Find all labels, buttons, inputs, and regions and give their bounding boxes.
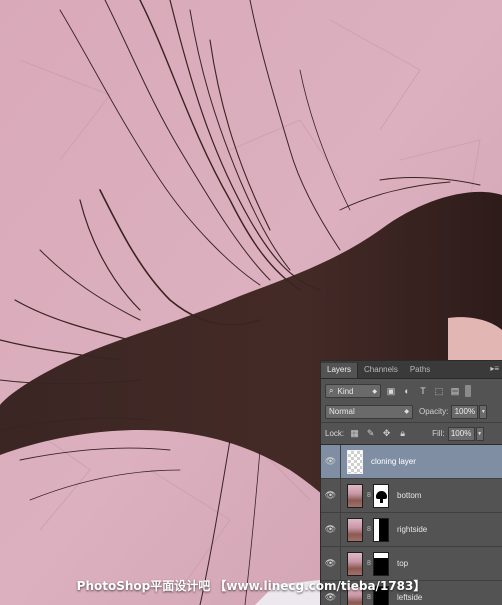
layer-thumbnail xyxy=(347,551,363,576)
blend-row: Normal ◆ Opacity: 100% ▼ xyxy=(321,401,502,423)
link-chain-icon: 8 xyxy=(367,560,371,567)
watermark-credit: PhotoShop平面设计吧 【www.linecg.com/tieba/178… xyxy=(76,579,426,593)
visibility-eye-icon[interactable]: 👁︎ xyxy=(321,478,341,513)
fill-input[interactable]: 100% xyxy=(447,426,475,441)
panel-menu-icon[interactable]: ▸≡ xyxy=(490,364,499,373)
layer-thumbnail xyxy=(347,449,363,474)
visibility-eye-icon[interactable]: 👁︎ xyxy=(321,444,341,479)
lock-row: Lock: ▦ ✎ ✥ 🔒︎ Fill: 100% ▼ xyxy=(321,423,502,445)
layer-thumbnail xyxy=(347,517,363,542)
layer-row-rightside[interactable]: 👁︎ 8 rightside xyxy=(321,512,502,547)
layer-mask-thumbnail[interactable] xyxy=(373,483,389,508)
link-chain-icon: 8 xyxy=(367,492,371,499)
fill-label: Fill: xyxy=(432,429,445,438)
lock-transparent-icon[interactable]: ▦ xyxy=(349,428,360,439)
blend-mode-value: Normal xyxy=(329,407,355,416)
adjustment-filter-icon[interactable]: ◐ xyxy=(401,385,413,397)
lock-label: Lock: xyxy=(325,429,345,438)
opacity-stepper[interactable]: ▼ xyxy=(479,404,488,419)
tab-layers[interactable]: Layers xyxy=(321,363,359,378)
panel-tabs: Layers Channels Paths ▸≡ xyxy=(321,361,502,379)
pixel-filter-icon[interactable]: ▣ xyxy=(385,385,397,397)
layer-name: bottom xyxy=(397,491,422,500)
layer-name: cloning layer xyxy=(371,457,416,466)
dropdown-arrow-icon: ◆ xyxy=(372,388,377,395)
layer-name: top xyxy=(397,559,409,568)
dropdown-arrow-icon: ◆ xyxy=(404,409,409,415)
opacity-input[interactable]: 100% xyxy=(451,404,479,419)
fill-stepper[interactable]: ▼ xyxy=(475,426,484,441)
opacity-label: Opacity: xyxy=(419,407,449,416)
layers-panel: Layers Channels Paths ▸≡ ⌕ Kind ◆ ▣ ◐ T … xyxy=(320,360,502,605)
filter-kind-label: Kind xyxy=(337,386,354,396)
filter-toggle[interactable] xyxy=(465,385,471,397)
layer-thumbnail xyxy=(347,483,363,508)
link-chain-icon: 8 xyxy=(367,526,371,533)
lock-all-icon[interactable]: 🔒︎ xyxy=(397,428,408,439)
tab-channels[interactable]: Channels xyxy=(358,363,404,378)
type-filter-icon[interactable]: T xyxy=(417,385,429,397)
lock-position-icon[interactable]: ✥ xyxy=(381,428,392,439)
search-icon: ⌕ xyxy=(329,386,334,395)
layer-name: rightside xyxy=(397,525,428,534)
filter-row: ⌕ Kind ◆ ▣ ◐ T ⬚ ▤ xyxy=(321,381,502,401)
shape-filter-icon[interactable]: ⬚ xyxy=(433,385,445,397)
tab-paths[interactable]: Paths xyxy=(404,363,436,378)
lock-image-icon[interactable]: ✎ xyxy=(365,428,376,439)
blend-mode-dropdown[interactable]: Normal ◆ xyxy=(325,404,413,419)
layer-mask-thumbnail[interactable] xyxy=(373,517,389,542)
layer-row-bottom[interactable]: 👁︎ 8 bottom xyxy=(321,478,502,513)
visibility-eye-icon[interactable]: 👁︎ xyxy=(321,512,341,547)
layer-mask-thumbnail[interactable] xyxy=(373,551,389,576)
smart-object-filter-icon[interactable]: ▤ xyxy=(449,385,461,397)
filter-kind-dropdown[interactable]: ⌕ Kind ◆ xyxy=(325,384,381,398)
layer-row-cloning-layer[interactable]: 👁︎ cloning layer xyxy=(321,444,502,479)
